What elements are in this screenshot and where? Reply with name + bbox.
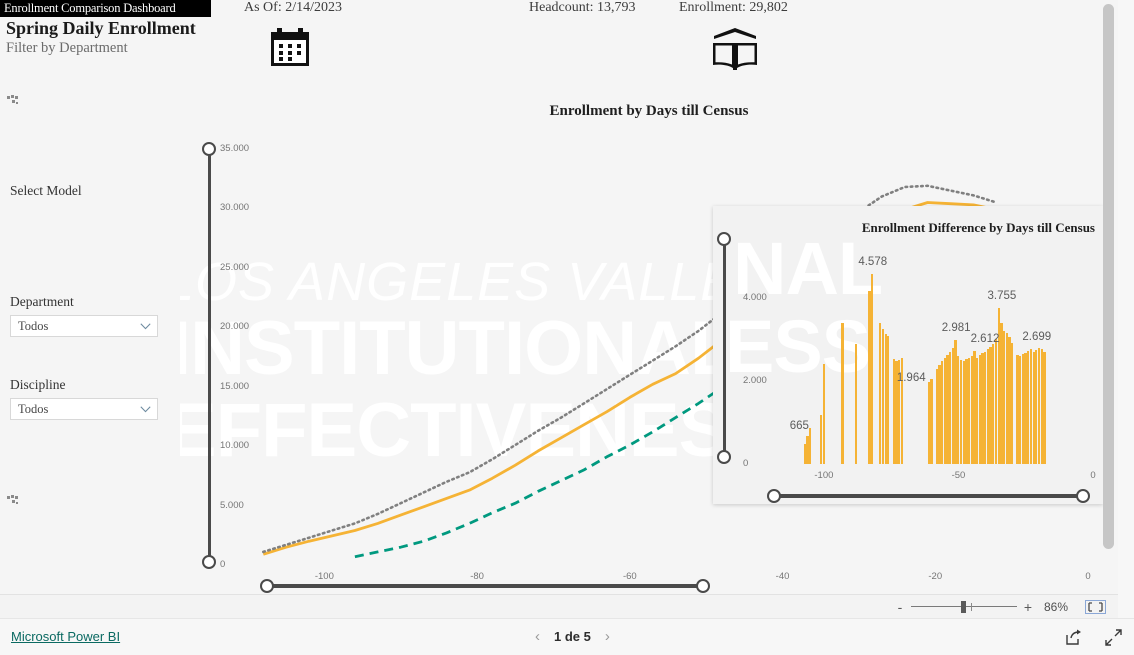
slider-track	[723, 239, 726, 457]
slider-knob-lower[interactable]	[717, 450, 731, 464]
bar-chart-x-range-slider[interactable]	[767, 489, 1090, 503]
zoom-in-button[interactable]: +	[1021, 599, 1035, 615]
x-axis-tick: -100	[814, 470, 834, 481]
discipline-slicer-value: Todos	[18, 401, 49, 416]
clear-filter-icon-top[interactable]	[6, 94, 22, 106]
bar[interactable]	[822, 364, 825, 464]
fit-to-page-icon[interactable]	[1085, 599, 1106, 614]
report-footer: Microsoft Power BI ‹ 1 de 5 ›	[0, 618, 1134, 655]
zoom-out-button[interactable]: -	[893, 599, 907, 615]
fullscreen-icon[interactable]	[1104, 628, 1123, 647]
slider-knob-left[interactable]	[767, 489, 781, 503]
bar-data-label: 2.981	[941, 321, 971, 334]
discipline-label: Discipline	[10, 377, 66, 392]
calendar-icon	[271, 28, 309, 66]
bar[interactable]	[841, 323, 844, 464]
bar[interactable]	[1043, 351, 1046, 464]
slider-knob-right[interactable]	[696, 579, 710, 593]
page-navigation[interactable]: ‹ 1 de 5 ›	[535, 628, 610, 645]
report-canvas: Enrollment Comparison Dashboard Spring D…	[0, 0, 1118, 618]
zoom-toolbar[interactable]: - + 86%	[0, 594, 1118, 618]
bar[interactable]	[1010, 343, 1014, 464]
zoom-slider-tick	[971, 602, 972, 611]
bar-data-label: 2.699	[1022, 331, 1052, 344]
open-book-icon	[713, 28, 757, 70]
canvas-vertical-scrollbar[interactable]	[1103, 4, 1114, 599]
department-slicer[interactable]: Todos	[10, 315, 158, 337]
zoom-slider[interactable]	[911, 600, 1017, 614]
bar[interactable]	[809, 428, 812, 464]
bar-data-label: 1.964	[896, 372, 926, 385]
page-title: Spring Daily Enrollment	[6, 18, 196, 38]
previous-page-button[interactable]: ‹	[535, 628, 540, 645]
bar[interactable]	[887, 335, 890, 464]
zoom-slider-thumb[interactable]	[961, 600, 966, 613]
line-chart-y-range-slider[interactable]	[202, 142, 216, 569]
bar-data-label: 2.612	[970, 332, 1000, 345]
bar-chart-y-range-slider[interactable]	[717, 232, 731, 464]
chevron-down-icon	[140, 322, 151, 329]
y-axis-tick: 4.000	[743, 291, 767, 303]
slider-knob-left[interactable]	[260, 579, 274, 593]
discipline-slicer[interactable]: Todos	[10, 398, 158, 420]
slider-knob-right[interactable]	[1076, 489, 1090, 503]
x-axis-tick: -50	[951, 470, 966, 481]
page-indicator: 1 de 5	[554, 629, 591, 644]
bar[interactable]	[871, 273, 874, 464]
bar-data-label: 3.755	[987, 289, 1017, 302]
department-label: Department	[10, 294, 74, 309]
power-bi-brand-link[interactable]: Microsoft Power BI	[11, 629, 120, 644]
page-subtitle: Filter by Department	[6, 40, 128, 56]
chevron-down-icon	[140, 405, 151, 412]
next-page-button[interactable]: ›	[605, 628, 610, 645]
slider-track	[774, 494, 1083, 498]
slider-knob-upper[interactable]	[202, 142, 216, 156]
y-axis-tick: 2.000	[743, 374, 767, 386]
bar-data-label: 665	[789, 420, 809, 433]
y-axis-tick: 0	[743, 458, 749, 469]
enrollment-difference-bar-chart[interactable]: NAL ESS Enrollment Difference by Days ti…	[713, 206, 1103, 504]
dashboard-tab-banner: Enrollment Comparison Dashboard	[0, 0, 211, 17]
as-of-date-kpi: As Of: 2/14/2023	[244, 0, 342, 15]
scrollbar-thumb[interactable]	[1103, 4, 1114, 549]
headcount-kpi: Headcount: 13,793	[529, 0, 636, 15]
bar[interactable]	[930, 378, 933, 464]
filter-pane	[0, 84, 180, 596]
line-chart-x-range-slider[interactable]	[260, 579, 710, 593]
bar-data-label: 4.578	[858, 255, 888, 268]
x-axis-tick: 0	[1090, 470, 1096, 481]
enrollment-kpi: Enrollment: 29,802	[679, 0, 788, 15]
slider-track	[208, 149, 211, 562]
power-bi-report-viewer: Enrollment Comparison Dashboard Spring D…	[0, 0, 1134, 655]
slider-track	[267, 584, 703, 588]
zoom-percent-label: 86%	[1043, 599, 1069, 614]
bar[interactable]	[854, 344, 858, 464]
share-icon[interactable]	[1064, 628, 1083, 647]
slider-knob-upper[interactable]	[717, 232, 731, 246]
department-slicer-value: Todos	[18, 318, 49, 333]
slider-knob-lower[interactable]	[202, 555, 216, 569]
select-model-label: Select Model	[10, 183, 82, 198]
clear-filter-icon-bottom[interactable]	[6, 494, 22, 506]
bar-chart-title: Enrollment Difference by Days till Censu…	[861, 220, 1095, 235]
